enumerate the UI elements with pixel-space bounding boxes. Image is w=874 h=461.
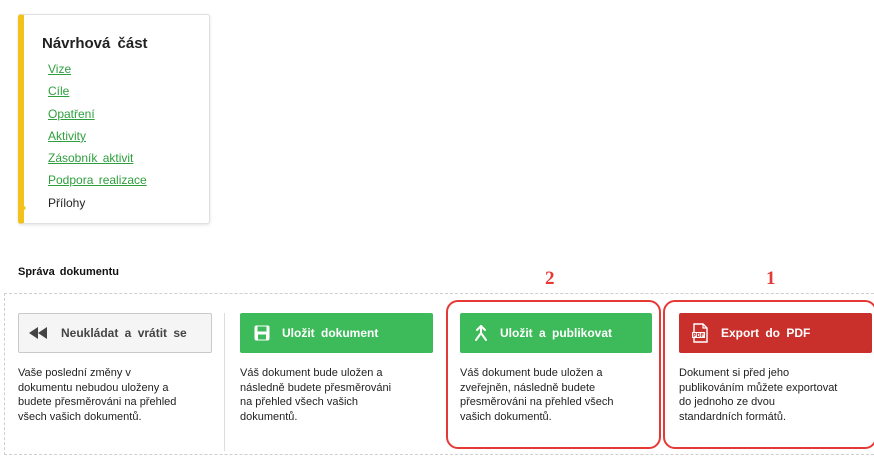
nav-current-prilohy: Přílohy <box>48 195 86 210</box>
export-highlight-box <box>663 300 874 449</box>
save-document-button[interactable]: Uložit dokument <box>240 313 433 353</box>
description-line: následně budete přesměrováni <box>240 381 392 394</box>
description-line: Váš dokument bude uložen a <box>240 367 383 379</box>
panel-divider <box>224 313 225 451</box>
navigation-title: Návrhová část <box>42 35 148 52</box>
nav-link-vize[interactable]: Vize <box>48 62 71 76</box>
description-line: na přehled všech vašich <box>240 396 359 408</box>
nav-link-aktivity[interactable]: Aktivity <box>48 129 86 143</box>
save-description: Váš dokument bude uložen a následně bude… <box>240 366 391 424</box>
description-line: dokumentu nebudou uloženy a <box>18 381 169 394</box>
nav-link-cile[interactable]: Cíle <box>48 84 69 98</box>
nav-link-podpora-realizace[interactable]: Podpora realizace <box>48 173 147 187</box>
floppy-disk-icon <box>254 325 270 341</box>
section-title: Správa dokumentu <box>18 266 120 278</box>
description-line: budete přesměrováni na přehled <box>18 396 177 408</box>
description-line: všech vašich dokumentů. <box>18 410 142 423</box>
discard-and-return-button[interactable]: Neukládat a vrátit se <box>18 313 212 353</box>
save-document-label: Uložit dokument <box>282 326 379 340</box>
page: Návrhová část Vize Cíle Opatření Aktivit… <box>0 0 874 461</box>
nav-item-zasobnik: Zásobník aktivit <box>48 149 147 171</box>
nav-item-aktivity: Aktivity <box>48 127 147 149</box>
nav-item-vize: Vize <box>48 60 147 82</box>
description-line: Vaše poslední změny v <box>18 367 131 379</box>
discard-description: Vaše poslední změny v dokumentu nebudou … <box>18 366 176 424</box>
nav-link-opatreni[interactable]: Opatření <box>48 107 95 121</box>
discard-and-return-label: Neukládat a vrátit se <box>61 326 187 340</box>
double-chevron-left-icon <box>29 327 49 339</box>
annotation-marker-2: 2 <box>545 268 555 289</box>
document-navigation: Návrhová část Vize Cíle Opatření Aktivit… <box>18 14 210 224</box>
annotation-marker-1: 1 <box>766 268 776 289</box>
nav-link-zasobnik-aktivit[interactable]: Zásobník aktivit <box>48 151 133 165</box>
nav-item-opatreni: Opatření <box>48 105 147 127</box>
nav-item-prilohy: Přílohy <box>48 194 147 216</box>
navigation-list: Vize Cíle Opatření Aktivity Zásobník akt… <box>48 60 147 216</box>
nav-item-podpora: Podpora realizace <box>48 171 147 193</box>
publish-highlight-box <box>446 300 661 449</box>
description-line: dokumentů. <box>240 410 298 423</box>
current-item-pointer <box>18 199 26 217</box>
nav-item-cile: Cíle <box>48 82 147 104</box>
